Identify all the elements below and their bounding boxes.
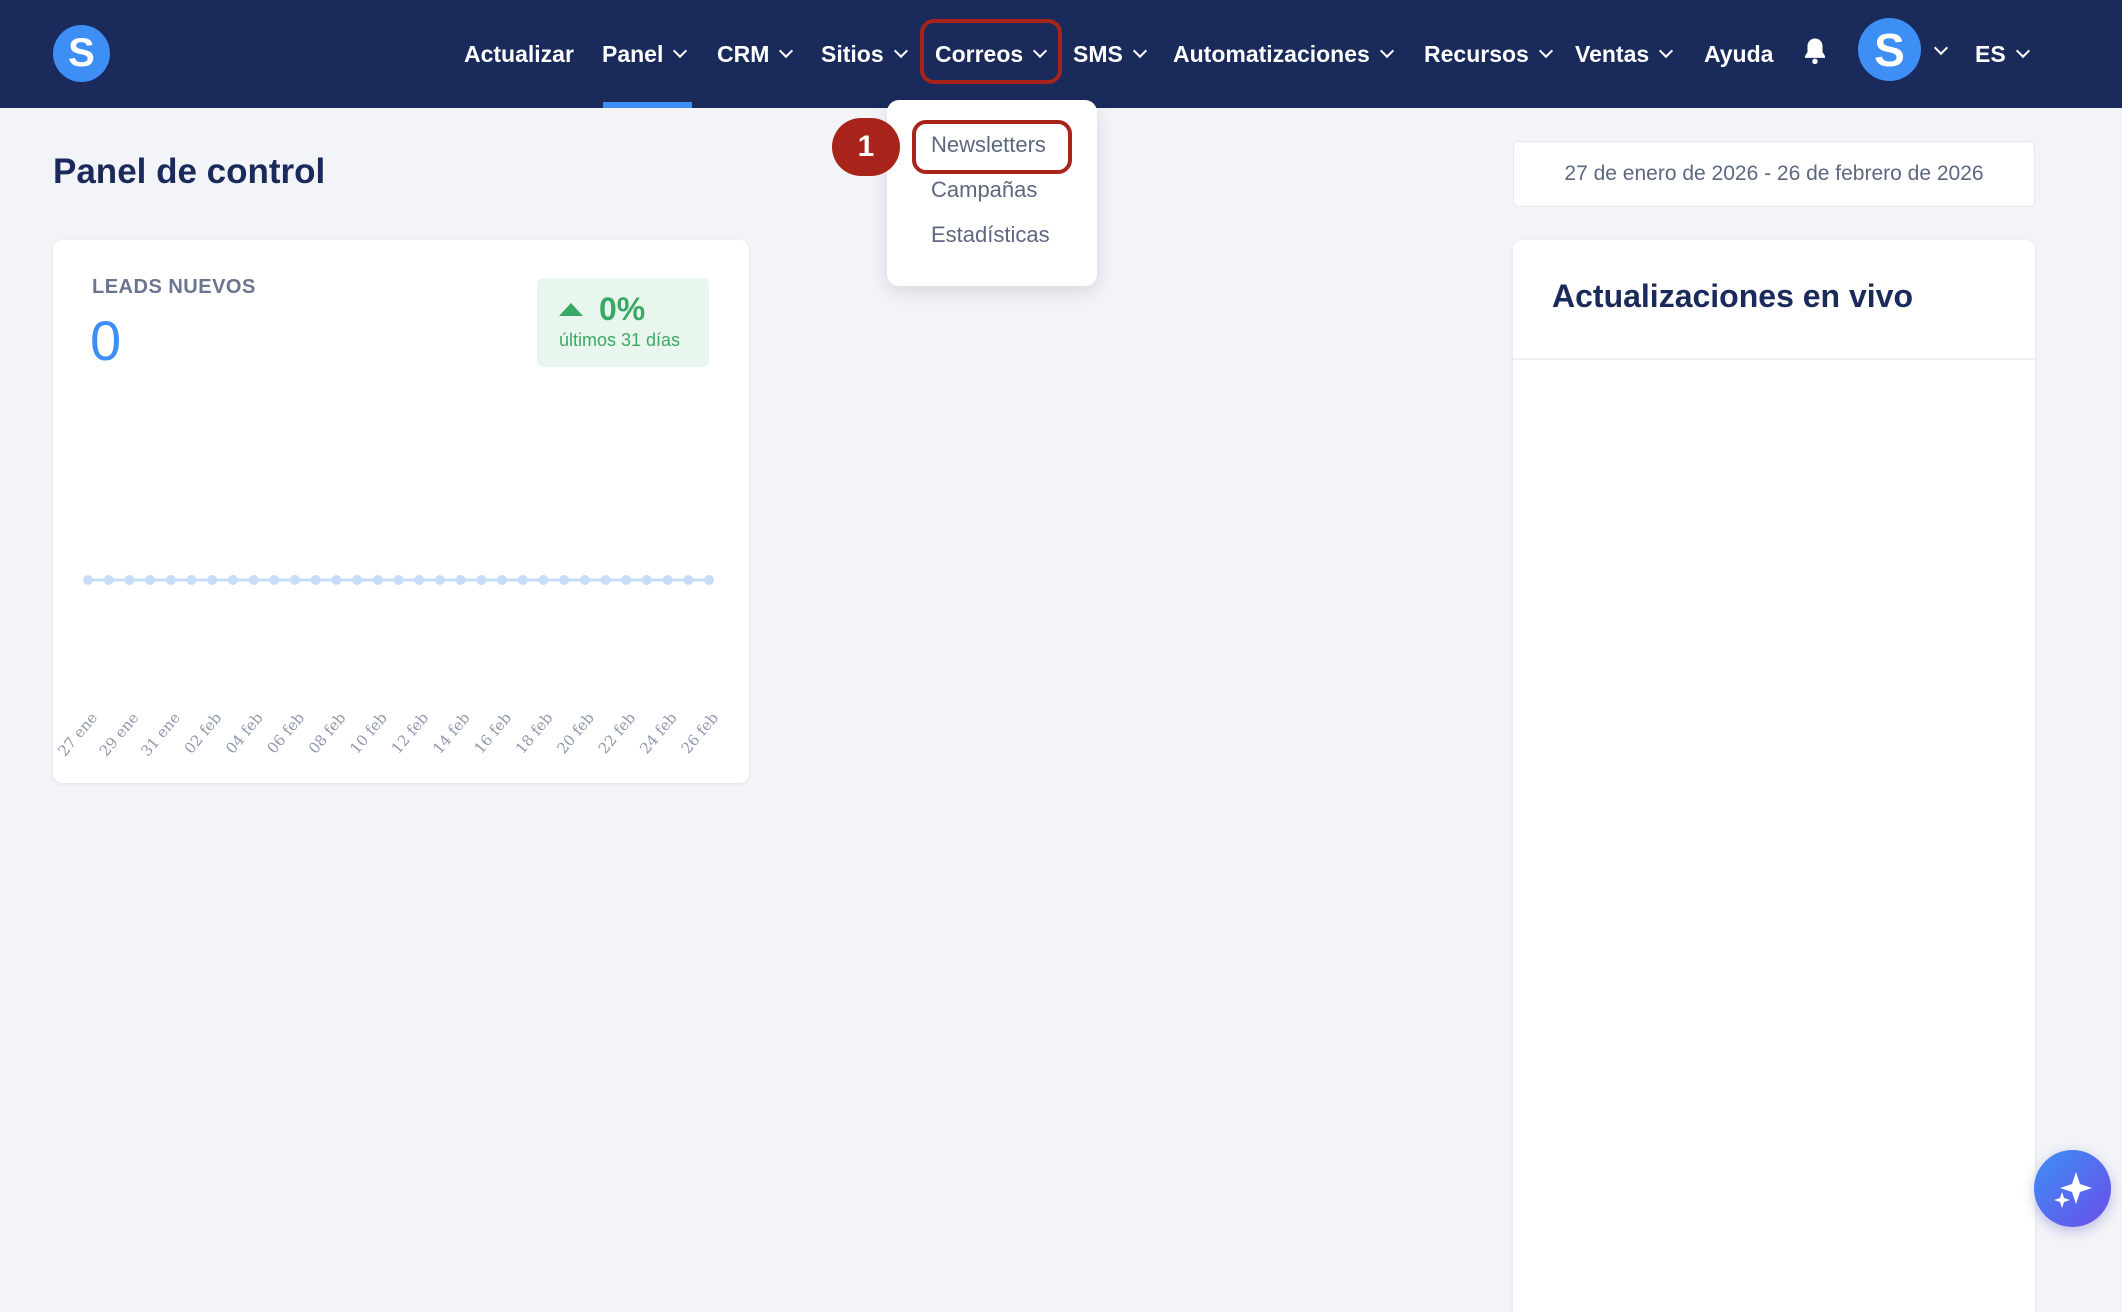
x-tick-label: 04 feb bbox=[222, 709, 267, 757]
date-range-picker[interactable]: 27 de enero de 2026 - 26 de febrero de 2… bbox=[1513, 141, 2035, 207]
data-point bbox=[414, 575, 425, 585]
chevron-down-icon bbox=[673, 43, 688, 59]
data-point bbox=[124, 575, 135, 585]
nav-item-crm[interactable]: CRM bbox=[717, 0, 794, 108]
data-point bbox=[207, 575, 218, 585]
data-point bbox=[393, 575, 404, 585]
nav-item-label: Recursos bbox=[1424, 40, 1529, 67]
chevron-down-icon bbox=[779, 43, 794, 59]
x-tick-label: 29 ene bbox=[96, 709, 143, 760]
newsletters-highlight-frame bbox=[912, 120, 1072, 174]
leads-card: LEADS NUEVOS 0 0% últimos 31 días 27 ene… bbox=[53, 240, 749, 783]
nav-item-recursos[interactable]: Recursos bbox=[1424, 0, 1553, 108]
bell-icon[interactable] bbox=[1800, 36, 1830, 66]
x-tick-label: 14 feb bbox=[429, 709, 474, 757]
data-point bbox=[331, 575, 342, 585]
data-point bbox=[145, 575, 156, 585]
nav-item-label: Ventas bbox=[1575, 40, 1650, 67]
data-point bbox=[372, 575, 383, 585]
x-tick-label: 08 feb bbox=[305, 709, 350, 757]
x-tick-label: 12 feb bbox=[388, 709, 433, 757]
chevron-down-icon bbox=[2015, 43, 2030, 59]
data-point bbox=[290, 575, 300, 585]
step-badge: 1 bbox=[832, 118, 900, 176]
nav-item-label: Actualizar bbox=[464, 40, 574, 67]
x-tick-label: 20 feb bbox=[553, 709, 598, 757]
live-updates-title: Actualizaciones en vivo bbox=[1552, 278, 1914, 314]
x-tick-label: 10 feb bbox=[346, 709, 391, 757]
x-tick-label: 22 feb bbox=[595, 709, 640, 757]
page-title: Panel de control bbox=[53, 152, 326, 191]
data-point bbox=[186, 575, 197, 585]
nav-item-sitios[interactable]: Sitios bbox=[821, 0, 908, 108]
language-selector[interactable]: ES bbox=[1975, 0, 2030, 108]
data-point bbox=[83, 575, 93, 585]
sparkles-icon bbox=[2054, 1172, 2092, 1208]
data-point bbox=[455, 575, 466, 585]
nav-item-label: Sitios bbox=[821, 40, 884, 67]
nav-item-ventas[interactable]: Ventas bbox=[1575, 0, 1674, 108]
x-tick-label: 16 feb bbox=[470, 709, 515, 757]
chevron-down-icon bbox=[893, 43, 908, 59]
data-point bbox=[434, 575, 445, 585]
data-point bbox=[559, 575, 570, 585]
nav-item-label: Panel bbox=[602, 40, 664, 67]
chevron-down-icon bbox=[1132, 43, 1147, 59]
data-point bbox=[600, 575, 611, 585]
x-tick-label: 31 ene bbox=[137, 709, 184, 760]
x-tick-label: 24 feb bbox=[636, 709, 681, 757]
menu-item-campanas[interactable]: Campañas bbox=[931, 177, 1037, 203]
data-point bbox=[103, 575, 114, 585]
divider bbox=[1513, 358, 2035, 360]
data-point bbox=[517, 575, 528, 585]
leads-line-chart: 27 ene29 ene31 ene02 feb04 feb06 feb08 f… bbox=[54, 575, 722, 760]
nav-item-actualizar[interactable]: Actualizar bbox=[464, 0, 574, 108]
data-point bbox=[621, 575, 632, 585]
x-tick-label: 18 feb bbox=[512, 709, 557, 757]
brand-logo-letter: S bbox=[68, 31, 95, 75]
data-point bbox=[579, 575, 590, 585]
data-point bbox=[476, 575, 487, 585]
nav-item-label: Automatizaciones bbox=[1173, 40, 1370, 67]
nav-item-panel[interactable]: Panel bbox=[602, 0, 688, 108]
data-point bbox=[310, 575, 321, 585]
nav-item-label: SMS bbox=[1073, 40, 1123, 67]
menu-item-estadisticas[interactable]: Estadísticas bbox=[931, 222, 1050, 248]
data-point bbox=[497, 575, 507, 585]
x-tick-label: 27 ene bbox=[54, 709, 101, 760]
nav-item-automatizaciones[interactable]: Automatizaciones bbox=[1173, 0, 1394, 108]
chevron-down-icon bbox=[1659, 43, 1674, 59]
chevron-down-icon bbox=[1379, 43, 1394, 59]
x-tick-label: 06 feb bbox=[263, 709, 308, 757]
nav-item-label: Ayuda bbox=[1704, 40, 1774, 67]
data-point bbox=[641, 575, 652, 585]
step-number: 1 bbox=[857, 130, 875, 163]
data-point bbox=[248, 575, 259, 585]
avatar-letter: S bbox=[1874, 23, 1905, 76]
data-point bbox=[662, 575, 673, 585]
active-nav-indicator bbox=[603, 102, 692, 108]
nav-item-label: CRM bbox=[717, 40, 770, 67]
data-point bbox=[352, 575, 363, 585]
x-tick-label: 02 feb bbox=[181, 709, 226, 757]
nav-item-sms[interactable]: SMS bbox=[1073, 0, 1147, 108]
data-point bbox=[269, 575, 280, 585]
correos-highlight-frame bbox=[920, 19, 1062, 84]
chevron-down-icon bbox=[1538, 43, 1553, 59]
date-range-label: 27 de enero de 2026 - 26 de febrero de 2… bbox=[1564, 162, 1984, 185]
top-navigation-bar: S Actualizar Panel CRM Sitios Correos SM… bbox=[0, 0, 2122, 108]
x-tick-label: 26 feb bbox=[677, 709, 722, 757]
chevron-down-icon[interactable] bbox=[1933, 40, 1949, 56]
data-point bbox=[683, 575, 694, 585]
data-point bbox=[227, 575, 238, 585]
user-avatar[interactable]: S bbox=[1858, 18, 1921, 81]
data-point bbox=[704, 575, 714, 585]
data-point bbox=[538, 575, 549, 585]
nav-item-ayuda[interactable]: Ayuda bbox=[1704, 0, 1773, 108]
data-point bbox=[165, 575, 176, 585]
language-label: ES bbox=[1975, 40, 2006, 67]
live-updates-card: Actualizaciones en vivo bbox=[1513, 240, 2035, 1312]
ai-assistant-button[interactable] bbox=[2034, 1150, 2111, 1227]
brand-logo[interactable]: S bbox=[53, 25, 110, 82]
